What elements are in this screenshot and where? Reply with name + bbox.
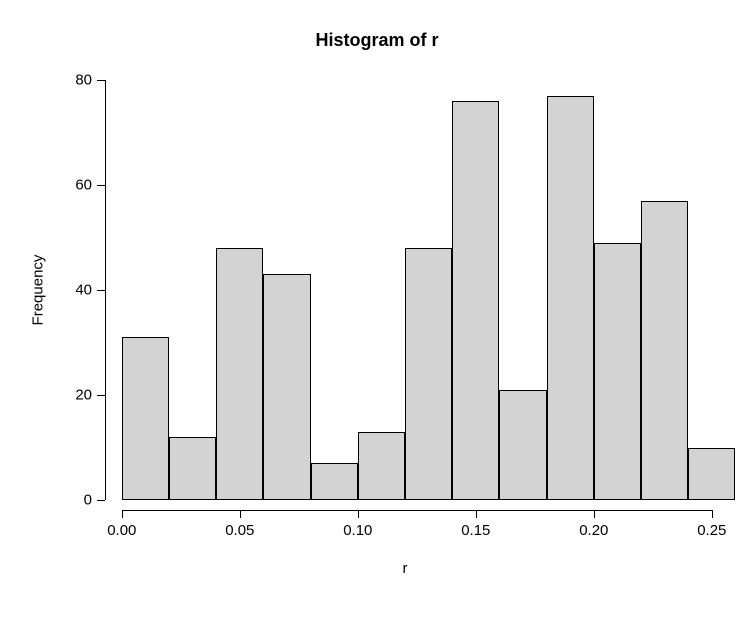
histogram-bar <box>641 201 688 500</box>
y-tick <box>97 500 105 501</box>
chart-title: Histogram of r <box>0 30 754 51</box>
x-axis-label: r <box>403 560 408 577</box>
y-axis <box>105 80 106 500</box>
histogram-bar <box>499 390 546 500</box>
x-tick-label: 0.20 <box>579 522 608 539</box>
x-tick <box>240 510 241 518</box>
histogram-bar <box>594 243 641 500</box>
y-tick-label: 20 <box>32 387 92 404</box>
y-tick-label: 80 <box>32 72 92 89</box>
x-tick <box>122 510 123 518</box>
histogram-bar <box>688 448 735 501</box>
x-tick-label: 0.00 <box>107 522 136 539</box>
y-tick-label: 0 <box>32 492 92 509</box>
histogram-bar <box>547 96 594 500</box>
x-tick-label: 0.05 <box>225 522 254 539</box>
histogram-bar <box>358 432 405 500</box>
x-tick-label: 0.15 <box>461 522 490 539</box>
histogram-bar <box>122 337 169 500</box>
x-tick-label: 0.10 <box>343 522 372 539</box>
x-tick <box>476 510 477 518</box>
x-tick <box>594 510 595 518</box>
y-tick <box>97 395 105 396</box>
x-tick <box>358 510 359 518</box>
y-tick <box>97 80 105 81</box>
histogram-bar <box>311 463 358 500</box>
x-tick-label: 0.25 <box>697 522 726 539</box>
histogram-bar <box>216 248 263 500</box>
y-tick <box>97 185 105 186</box>
y-axis-label: Frequency <box>30 255 47 326</box>
histogram-bar <box>405 248 452 500</box>
histogram-bar <box>263 274 310 500</box>
x-axis <box>122 510 712 511</box>
x-tick <box>712 510 713 518</box>
y-tick <box>97 290 105 291</box>
histogram-chart: Histogram of r 020406080 0.000.050.100.1… <box>0 0 754 622</box>
y-tick-label: 60 <box>32 177 92 194</box>
histogram-bar <box>169 437 216 500</box>
histogram-bar <box>452 101 499 500</box>
plot-area <box>110 80 700 500</box>
